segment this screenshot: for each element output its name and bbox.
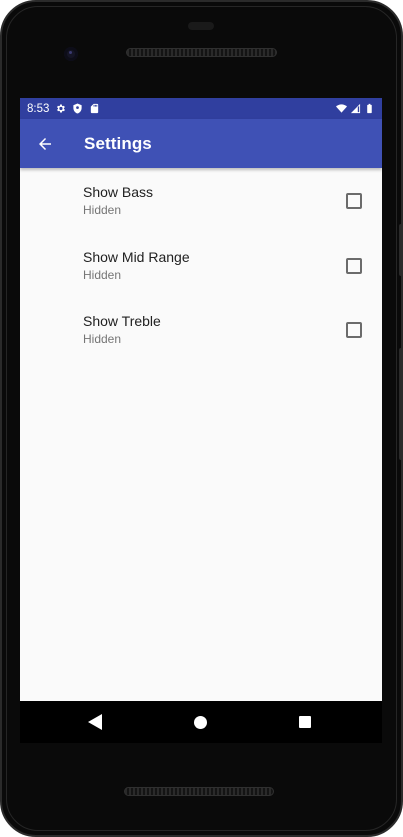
nav-home-button[interactable] [192, 714, 208, 730]
nav-back-icon [88, 714, 102, 730]
battery-icon [364, 103, 375, 114]
back-button[interactable] [20, 119, 70, 168]
preference-list: Show Bass Hidden Show Mid Range Hidden S… [20, 168, 382, 372]
nav-home-icon [193, 715, 207, 729]
preference-title: Show Treble [83, 313, 161, 329]
settings-icon [55, 103, 66, 114]
top-speaker-grille [126, 48, 277, 57]
preference-summary: Hidden [83, 203, 122, 217]
preference-title: Show Bass [83, 184, 154, 200]
preference-show-bass[interactable]: Show Bass Hidden [20, 178, 382, 243]
app-bar: Settings [20, 119, 382, 168]
preference-summary: Hidden [83, 267, 122, 282]
wifi-icon [336, 103, 347, 114]
volume-button [399, 224, 401, 276]
power-button [399, 348, 401, 460]
nav-recents-button[interactable] [297, 714, 313, 730]
preference-summary: Hidden [83, 332, 122, 346]
preference-show-treble[interactable]: Show Treble Hidden [20, 307, 382, 372]
sd-card-icon [89, 103, 100, 114]
status-time: 8:53 [27, 102, 50, 115]
screen: 8:53 Settings Show Bass Hidden Show Mid … [20, 98, 382, 701]
bottom-speaker-grille [124, 787, 274, 796]
nav-back-button[interactable] [86, 713, 104, 731]
show-mid-range-checkbox[interactable] [346, 257, 362, 274]
nav-recents-icon [299, 716, 311, 728]
arrow-back-icon [39, 137, 51, 150]
show-bass-checkbox[interactable] [346, 193, 362, 209]
navigation-bar [20, 701, 382, 743]
page-title: Settings [84, 133, 152, 153]
status-bar: 8:53 [20, 98, 382, 119]
shield-icon [72, 103, 83, 114]
earpiece-slot [188, 22, 214, 30]
signal-icon [350, 103, 361, 114]
preference-show-mid-range[interactable]: Show Mid Range Hidden [20, 243, 382, 308]
preference-title: Show Mid Range [83, 248, 190, 265]
front-camera [64, 47, 78, 61]
phone-frame: 8:53 Settings Show Bass Hidden Show Mid … [0, 0, 403, 837]
show-treble-checkbox[interactable] [346, 322, 362, 338]
